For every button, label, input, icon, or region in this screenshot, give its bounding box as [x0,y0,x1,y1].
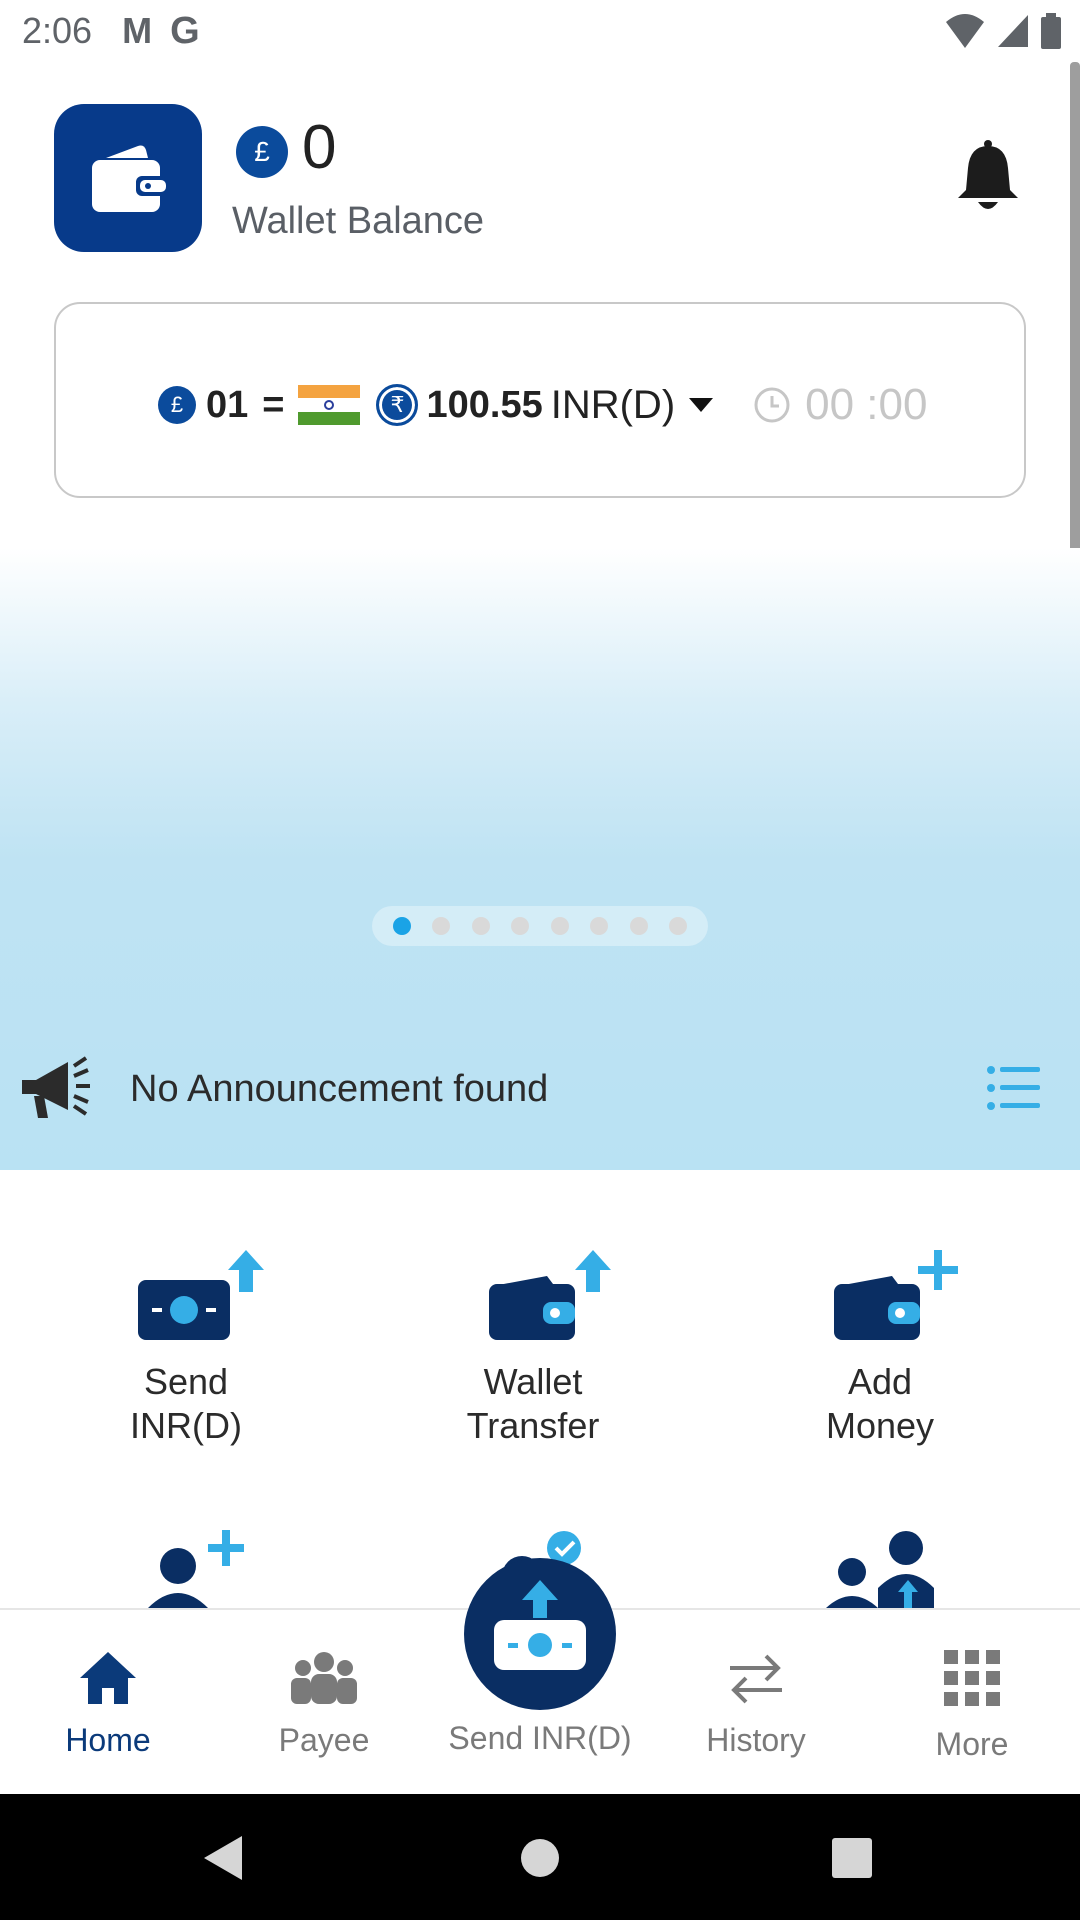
notification-bell-icon[interactable] [954,140,1022,216]
carousel-dot[interactable] [471,917,490,935]
action-label-line1: Send [143,1361,229,1402]
carousel-dot[interactable] [629,917,648,935]
wallet-balance-label: Wallet Balance [232,200,485,242]
announcement-text: No Announcement found [130,1068,549,1110]
add-money-action[interactable]: Add Money [730,1238,1030,1458]
refer-friends-icon[interactable] [820,1528,940,1608]
swap-arrows-icon [730,1654,782,1704]
grid-icon [944,1650,1000,1706]
carousel-dot[interactable] [590,917,609,935]
carousel-dot[interactable] [511,917,530,935]
signal-icon [998,15,1028,47]
nav-history-label: History [706,1722,806,1758]
gmail-icon: M [122,10,153,51]
nav-history[interactable]: History [648,1610,864,1796]
wifi-icon [946,14,984,48]
pound-coin-icon: £ [158,386,196,424]
carousel-dot[interactable] [392,917,411,935]
exchange-rate-card[interactable]: £ 01 = ₹ 100.55 INR(D) 00 :00 [54,302,1026,498]
carousel-dot[interactable] [550,917,569,935]
nav-payee-label: Payee [278,1722,370,1758]
nav-home-label: Home [65,1722,151,1758]
nav-payee[interactable]: Payee [216,1610,432,1796]
home-circle-icon[interactable] [520,1838,560,1878]
wallet-balance-value: 0 [302,113,337,182]
add-money-icon [834,1250,958,1340]
wallet-transfer-icon [489,1250,611,1340]
clock-icon [754,387,790,423]
status-bar: 2:06 M G [0,0,1080,62]
action-label-line2: Money [825,1405,935,1446]
google-icon: G [170,9,200,52]
action-label-line2: Transfer [466,1405,600,1446]
people-icon [291,1652,357,1704]
recents-icon[interactable] [832,1838,872,1878]
currency-selector[interactable]: INR(D) [551,383,675,428]
carousel-dot[interactable] [432,917,451,935]
status-icons [944,12,1062,50]
wallet-icon [92,145,166,212]
action-label-line2: INR(D) [130,1405,242,1446]
wallet-logo [54,104,202,252]
rate-to-amount: 100.55 [426,383,543,426]
action-label-line1: Wallet [483,1361,583,1402]
rate-from-amount: 01 [206,383,249,426]
add-payee-icon[interactable] [144,1528,254,1608]
battery-icon [1041,13,1061,49]
action-label-line1: Add [847,1361,913,1402]
send-inr-action[interactable]: Send INR(D) [36,1238,336,1458]
rate-timer: 00 :00 [805,380,928,429]
pound-coin-icon: £ [236,126,288,178]
carousel-indicator [372,906,708,946]
home-icon [80,1652,136,1704]
india-flag-icon [298,385,361,425]
status-time: 2:06 [22,10,93,51]
wallet-transfer-action[interactable]: Wallet Transfer [383,1238,683,1458]
carousel-dot[interactable] [669,917,688,935]
chevron-down-icon[interactable] [689,398,714,412]
nav-send-inr-label: Send INR(D) [448,1720,632,1756]
send-money-icon [494,1580,586,1670]
rate-equals: = [262,383,285,426]
send-inr-fab[interactable] [464,1558,616,1710]
rupee-coin-icon: ₹ [376,384,419,426]
exchange-rate-row: £ 01 = ₹ 100.55 INR(D) 00 :00 [158,378,927,432]
nav-more[interactable]: More [864,1610,1080,1796]
nav-more-label: More [935,1726,1009,1762]
list-icon[interactable] [986,1064,1040,1112]
home-screen: 2:06 M G £ 0 Wallet Balance £ 01 = ₹ 100… [0,0,1080,1920]
system-navigation-bar [0,1794,1080,1920]
megaphone-icon [22,1056,90,1118]
nav-home[interactable]: Home [0,1610,216,1796]
send-money-icon [138,1250,264,1340]
back-icon[interactable] [202,1834,246,1882]
